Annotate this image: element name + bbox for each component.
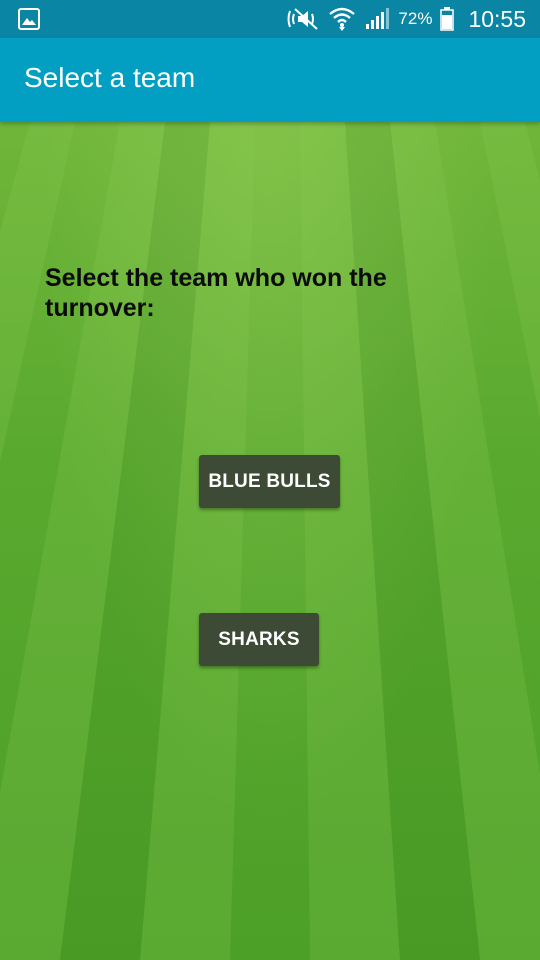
sharks-button[interactable]: SHARKS — [199, 613, 319, 666]
status-time: 10:55 — [468, 5, 526, 32]
wifi-icon — [328, 6, 356, 32]
mute-icon — [286, 7, 320, 31]
grass-background: Select the team who won the turnover: BL… — [0, 122, 540, 960]
turnover-prompt: Select the team who won the turnover: — [45, 264, 387, 322]
app-bar: Select a team — [0, 38, 540, 122]
page-title: Select a team — [24, 62, 196, 93]
grass-stripes — [0, 122, 540, 960]
battery-icon — [440, 7, 455, 31]
blue-bulls-button[interactable]: BLUE BULLS — [199, 455, 340, 508]
battery-percent: 72% — [398, 9, 433, 28]
signal-icon — [364, 7, 390, 31]
status-bar: 72% 10:55 — [0, 0, 540, 38]
image-icon — [18, 8, 40, 30]
